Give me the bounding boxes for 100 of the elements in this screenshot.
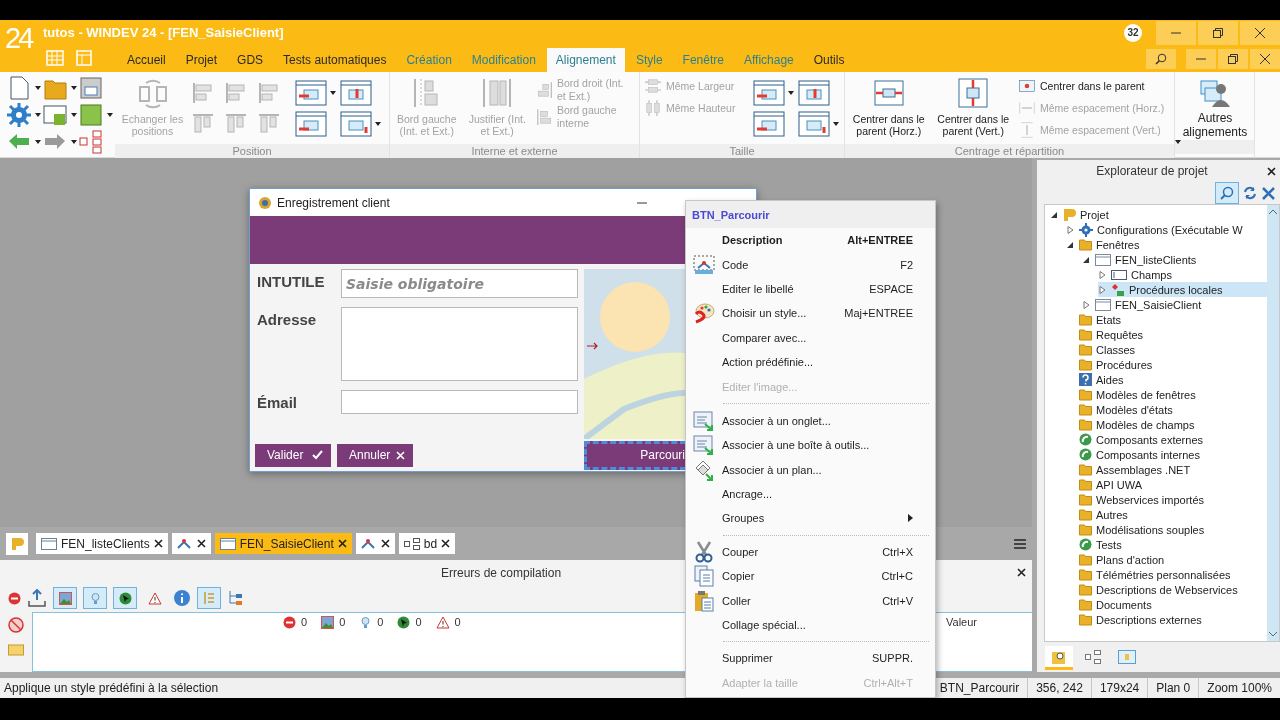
caret-icon[interactable] — [375, 121, 381, 126]
menu-item[interactable]: Coller Ctrl+V — [686, 588, 935, 613]
maximize-icon[interactable] — [1227, 53, 1239, 65]
tree-item[interactable]: Autres — [1066, 507, 1267, 522]
close-icon[interactable] — [1259, 53, 1271, 65]
search-button[interactable] — [1146, 49, 1176, 69]
tree-item[interactable]: Fenêtres — [1066, 237, 1267, 252]
menu-tab[interactable]: Outils — [804, 48, 854, 72]
tree-item[interactable]: Tests — [1066, 537, 1267, 552]
expand-arrow-icon[interactable] — [1099, 270, 1106, 279]
tree-item[interactable]: Modèles de fenêtres — [1066, 387, 1267, 402]
window-align-icon[interactable] — [753, 79, 785, 106]
menu-tab[interactable]: Alignement — [546, 48, 625, 72]
caret-icon[interactable] — [71, 85, 77, 90]
menu-item[interactable]: Collage spécial... — [686, 612, 935, 638]
tree-item[interactable]: FEN_listeClients — [1082, 252, 1267, 267]
ribbon-button[interactable]: Centrer dans le parent (Vert.) — [933, 77, 1013, 138]
menu-item[interactable]: Action prédéfinie... — [686, 349, 935, 375]
expand-arrow-icon[interactable] — [1067, 225, 1074, 234]
more-alignments-button[interactable]: Autres alignements — [1175, 72, 1255, 140]
menu-tab[interactable]: Accueil — [118, 48, 175, 72]
tree-item[interactable]: Modèles de champs — [1066, 417, 1267, 432]
expand-arrow-icon[interactable] — [1099, 285, 1106, 294]
menu-item[interactable]: Editer le libellé ESPACE — [686, 276, 935, 302]
menu-item[interactable]: Copier Ctrl+C — [686, 564, 935, 589]
caret-icon[interactable] — [35, 139, 41, 144]
menu-item[interactable]: Associer à une boîte à outils... — [686, 433, 935, 458]
tree-item[interactable]: Etats — [1066, 312, 1267, 327]
gear-icon[interactable] — [6, 101, 32, 128]
tree-item[interactable]: Procédures locales — [1098, 282, 1267, 297]
close-button[interactable] — [1250, 49, 1280, 69]
menu-item[interactable]: Code F2 — [686, 252, 935, 277]
scroll-down-icon[interactable] — [1269, 632, 1277, 637]
tree-item[interactable]: Plans d'action — [1066, 552, 1267, 567]
no-entry-icon[interactable] — [8, 617, 24, 633]
caret-icon[interactable] — [35, 112, 41, 117]
tree-item[interactable]: Composants internes — [1066, 447, 1267, 462]
tree-item[interactable]: Modélisations souples — [1066, 522, 1267, 537]
document-tab[interactable] — [355, 533, 395, 554]
document-tab[interactable] — [171, 533, 211, 554]
tree-item[interactable]: Configurations (Exécutable W — [1066, 222, 1267, 237]
tree-item[interactable]: Classes — [1066, 342, 1267, 357]
window-align-icon[interactable] — [753, 110, 785, 137]
document-tab[interactable]: FEN_SaisieClient — [214, 533, 352, 554]
close-icon[interactable] — [1017, 568, 1026, 577]
info-icon[interactable] — [173, 589, 191, 607]
close-icon[interactable] — [1267, 166, 1276, 176]
text-field[interactable] — [341, 390, 578, 414]
form-button[interactable]: Valider — [255, 443, 331, 467]
export-icon[interactable] — [27, 589, 47, 607]
search-icon[interactable] — [1220, 186, 1234, 200]
menu-tab[interactable]: Tests automatiques — [274, 48, 396, 72]
menu-item[interactable]: Supprimer SUPPR. — [686, 646, 935, 671]
tree-item[interactable]: FEN_SaisieClient — [1082, 297, 1267, 312]
tree-item[interactable]: Télémétries personnalisées — [1066, 567, 1267, 582]
close-icon[interactable] — [441, 539, 451, 548]
ribbon-button[interactable]: Centrer dans le parent (Horz.) — [849, 77, 929, 138]
menu-item[interactable]: Couper Ctrl+X — [686, 539, 935, 565]
center-icon[interactable] — [1018, 77, 1036, 95]
caret-icon[interactable] — [833, 121, 839, 126]
close-icon[interactable] — [196, 539, 206, 548]
expand-arrow-icon[interactable] — [1083, 300, 1090, 309]
tree-item[interactable]: Webservices importés — [1066, 492, 1267, 507]
maximize-icon[interactable] — [1212, 26, 1224, 39]
tree-item[interactable]: Descriptions externes — [1066, 612, 1267, 627]
window-align-icon[interactable] — [295, 79, 327, 106]
tree-item[interactable]: Documents — [1066, 597, 1267, 612]
tree-item[interactable]: Aides — [1066, 372, 1267, 387]
tree-item[interactable]: Procédures — [1066, 357, 1267, 372]
tree-item[interactable]: Modèles d'états — [1066, 402, 1267, 417]
tree-item[interactable]: Champs — [1098, 267, 1267, 282]
collapse-arrow-icon[interactable] — [1083, 255, 1090, 264]
caret-icon[interactable] — [35, 85, 41, 90]
tree-item[interactable]: Projet — [1050, 207, 1267, 222]
menu-tab[interactable]: GDS — [228, 48, 273, 72]
form-button[interactable]: Annuler — [337, 443, 413, 467]
window-align-icon[interactable] — [340, 110, 372, 137]
tree-item[interactable]: Assemblages .NET — [1066, 462, 1267, 477]
caret-icon[interactable] — [788, 90, 794, 95]
tree-icon[interactable] — [227, 589, 245, 607]
close-icon[interactable] — [153, 539, 163, 548]
ribbon-button[interactable]: Centrer dans le parent — [1018, 77, 1170, 95]
diagram-icon[interactable] — [1085, 649, 1101, 664]
center-horizontal-icon[interactable] — [872, 77, 905, 109]
collapse-arrow-icon[interactable] — [1067, 240, 1074, 249]
window-align-icon[interactable] — [295, 110, 327, 137]
close-icon[interactable] — [1254, 26, 1266, 39]
scroll-up-icon[interactable] — [1269, 209, 1277, 214]
window-align-icon[interactable] — [798, 110, 830, 137]
close-icon[interactable] — [337, 539, 347, 548]
menu-item[interactable]: Comparer avec... — [686, 325, 935, 350]
menu-tab[interactable]: Projet — [176, 48, 227, 72]
collapse-arrow-icon[interactable] — [1051, 210, 1058, 219]
window-align-icon[interactable] — [340, 79, 372, 106]
menu-item[interactable]: Ancrage... — [686, 481, 935, 507]
document-tab[interactable]: bd — [398, 533, 456, 554]
tree-item[interactable]: Descriptions de Webservices — [1066, 582, 1267, 597]
maximize-button[interactable] — [1218, 49, 1248, 69]
window-align-icon[interactable] — [798, 79, 830, 106]
refresh-icon[interactable] — [1243, 186, 1257, 200]
